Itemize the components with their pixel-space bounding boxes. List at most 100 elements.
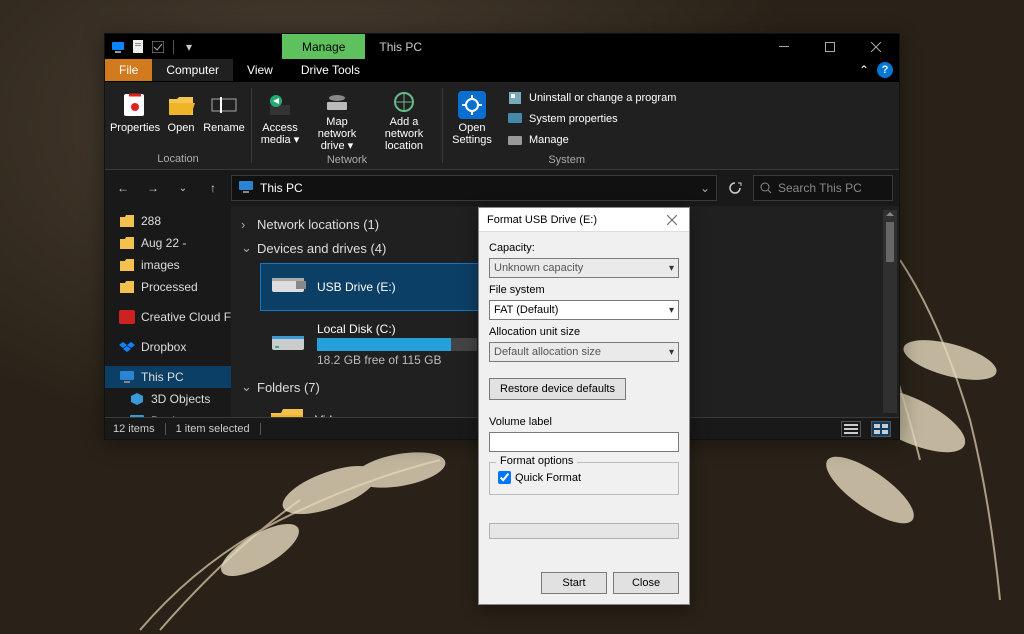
chevron-down-icon: ▾ bbox=[669, 263, 674, 274]
forward-button[interactable]: → bbox=[141, 176, 165, 200]
local-disk-icon bbox=[269, 326, 307, 364]
tab-computer[interactable]: Computer bbox=[152, 59, 233, 81]
up-button[interactable]: ↑ bbox=[201, 176, 225, 200]
qat-dropdown-icon[interactable]: ▾ bbox=[182, 40, 196, 54]
manage-button[interactable]: Manage bbox=[503, 131, 680, 150]
qat-document-icon[interactable] bbox=[131, 40, 145, 54]
drive-tile-local-disk[interactable]: Local Disk (C:) 18.2 GB free of 115 GB bbox=[261, 318, 501, 371]
nav-item-aug22[interactable]: Aug 22 - bbox=[105, 232, 231, 254]
allocation-select[interactable]: Default allocation size▾ bbox=[489, 342, 679, 362]
address-bar-row: ← → ⌄ ↑ This PC ⌄ Search This PC bbox=[105, 170, 899, 206]
folder-icon bbox=[119, 279, 135, 295]
restore-defaults-button[interactable]: Restore device defaults bbox=[489, 378, 626, 400]
disk-usage-bar bbox=[317, 338, 477, 351]
open-settings-button[interactable]: Open Settings bbox=[449, 86, 495, 152]
capacity-select[interactable]: Unknown capacity▾ bbox=[489, 258, 679, 278]
search-box[interactable]: Search This PC bbox=[753, 175, 893, 201]
tab-drive-tools[interactable]: Drive Tools bbox=[287, 59, 374, 81]
open-button[interactable]: Open bbox=[163, 86, 199, 151]
recent-locations-button[interactable]: ⌄ bbox=[171, 176, 195, 200]
map-drive-button[interactable]: Map network drive ▾ bbox=[306, 86, 368, 152]
address-bar[interactable]: This PC ⌄ bbox=[231, 175, 717, 201]
volume-label-input[interactable] bbox=[489, 432, 679, 452]
nav-item-processed[interactable]: Processed bbox=[105, 276, 231, 298]
titlebar: ▾ Manage This PC bbox=[105, 34, 899, 59]
format-options-legend: Format options bbox=[496, 455, 577, 467]
volume-label-label: Volume label bbox=[489, 416, 679, 428]
quick-format-checkbox-input[interactable] bbox=[498, 471, 511, 484]
close-button[interactable] bbox=[853, 34, 899, 59]
capacity-label: Capacity: bbox=[489, 242, 679, 254]
this-pc-icon bbox=[238, 180, 254, 196]
ribbon: Properties Open Rename Location bbox=[105, 82, 899, 170]
tiles-view-button[interactable] bbox=[871, 421, 891, 437]
nav-item-images[interactable]: images bbox=[105, 254, 231, 276]
format-dialog: Format USB Drive (E:) Capacity: Unknown … bbox=[478, 207, 690, 605]
folder-tile-videos[interactable]: Videos bbox=[261, 403, 359, 417]
group-label-location: Location bbox=[111, 151, 245, 167]
ribbon-group-network: Access media ▾ Map network drive ▾ Add a… bbox=[252, 82, 442, 169]
open-folder-icon bbox=[166, 90, 196, 120]
tab-file[interactable]: File bbox=[105, 59, 152, 81]
nav-item-3d-objects[interactable]: 3D Objects bbox=[105, 388, 231, 410]
3d-objects-icon bbox=[129, 391, 145, 407]
folder-icon bbox=[119, 257, 135, 273]
scrollbar[interactable] bbox=[883, 210, 897, 413]
filesystem-select[interactable]: FAT (Default)▾ bbox=[489, 300, 679, 320]
dialog-title-text: Format USB Drive (E:) bbox=[487, 214, 597, 226]
properties-button[interactable]: Properties bbox=[111, 86, 159, 151]
address-dropdown-icon[interactable]: ⌄ bbox=[700, 181, 710, 195]
folder-icon bbox=[119, 213, 135, 229]
nav-item-this-pc[interactable]: This PC bbox=[105, 366, 231, 388]
details-view-button[interactable] bbox=[841, 421, 861, 437]
map-drive-label: Map network drive ▾ bbox=[306, 116, 368, 152]
maximize-button[interactable] bbox=[807, 34, 853, 59]
address-path-text: This PC bbox=[260, 181, 303, 195]
navigation-pane: 288 Aug 22 - images Processed Creative C… bbox=[105, 206, 231, 417]
collapse-ribbon-icon[interactable]: ⌃ bbox=[855, 63, 873, 77]
folder-icon bbox=[119, 235, 135, 251]
open-label: Open bbox=[168, 122, 195, 134]
manage-label: Manage bbox=[529, 134, 569, 146]
nav-item-288[interactable]: 288 bbox=[105, 210, 231, 232]
qat-checkbox-icon[interactable] bbox=[151, 40, 165, 54]
dialog-close-button[interactable] bbox=[663, 211, 681, 229]
group-label-system: System bbox=[449, 152, 684, 168]
folder-label: Videos bbox=[315, 413, 351, 417]
refresh-button[interactable] bbox=[723, 176, 747, 200]
uninstall-icon bbox=[507, 90, 523, 106]
nav-item-desktop[interactable]: Desktop bbox=[105, 410, 231, 417]
rename-icon bbox=[209, 90, 239, 120]
rename-button[interactable]: Rename bbox=[203, 86, 245, 151]
open-settings-label: Open Settings bbox=[449, 122, 495, 146]
drive-tile-usb[interactable]: USB Drive (E:) bbox=[261, 264, 501, 310]
this-pc-icon bbox=[119, 369, 135, 385]
ribbon-group-location: Properties Open Rename Location bbox=[105, 82, 251, 169]
minimize-button[interactable] bbox=[761, 34, 807, 59]
ribbon-group-system: Open Settings Uninstall or change a prog… bbox=[443, 82, 690, 169]
add-network-location-button[interactable]: Add a network location bbox=[372, 86, 436, 152]
start-button[interactable]: Start bbox=[541, 572, 607, 594]
back-button[interactable]: ← bbox=[111, 176, 135, 200]
videos-folder-icon bbox=[269, 405, 305, 417]
help-icon[interactable]: ? bbox=[877, 62, 893, 78]
close-dialog-button[interactable]: Close bbox=[613, 572, 679, 594]
quick-format-checkbox[interactable]: Quick Format bbox=[498, 471, 670, 484]
chevron-right-icon: › bbox=[241, 217, 251, 232]
nav-item-dropbox[interactable]: Dropbox bbox=[105, 336, 231, 358]
usb-drive-icon bbox=[269, 268, 307, 306]
creative-cloud-icon bbox=[119, 309, 135, 325]
filesystem-label: File system bbox=[489, 284, 679, 296]
system-properties-button[interactable]: System properties bbox=[503, 109, 680, 128]
manage-context-tab[interactable]: Manage bbox=[282, 34, 365, 59]
open-settings-icon bbox=[457, 90, 487, 120]
system-properties-label: System properties bbox=[529, 113, 618, 125]
ribbon-tabs: File Computer View Drive Tools ⌃ ? bbox=[105, 59, 899, 82]
tab-view[interactable]: View bbox=[233, 59, 287, 81]
uninstall-program-button[interactable]: Uninstall or change a program bbox=[503, 88, 680, 107]
properties-icon bbox=[120, 90, 150, 120]
access-media-button[interactable]: Access media ▾ bbox=[258, 86, 302, 152]
add-network-location-icon bbox=[389, 90, 419, 114]
access-media-icon bbox=[265, 90, 295, 120]
nav-item-creative-cloud[interactable]: Creative Cloud Fil bbox=[105, 306, 231, 328]
